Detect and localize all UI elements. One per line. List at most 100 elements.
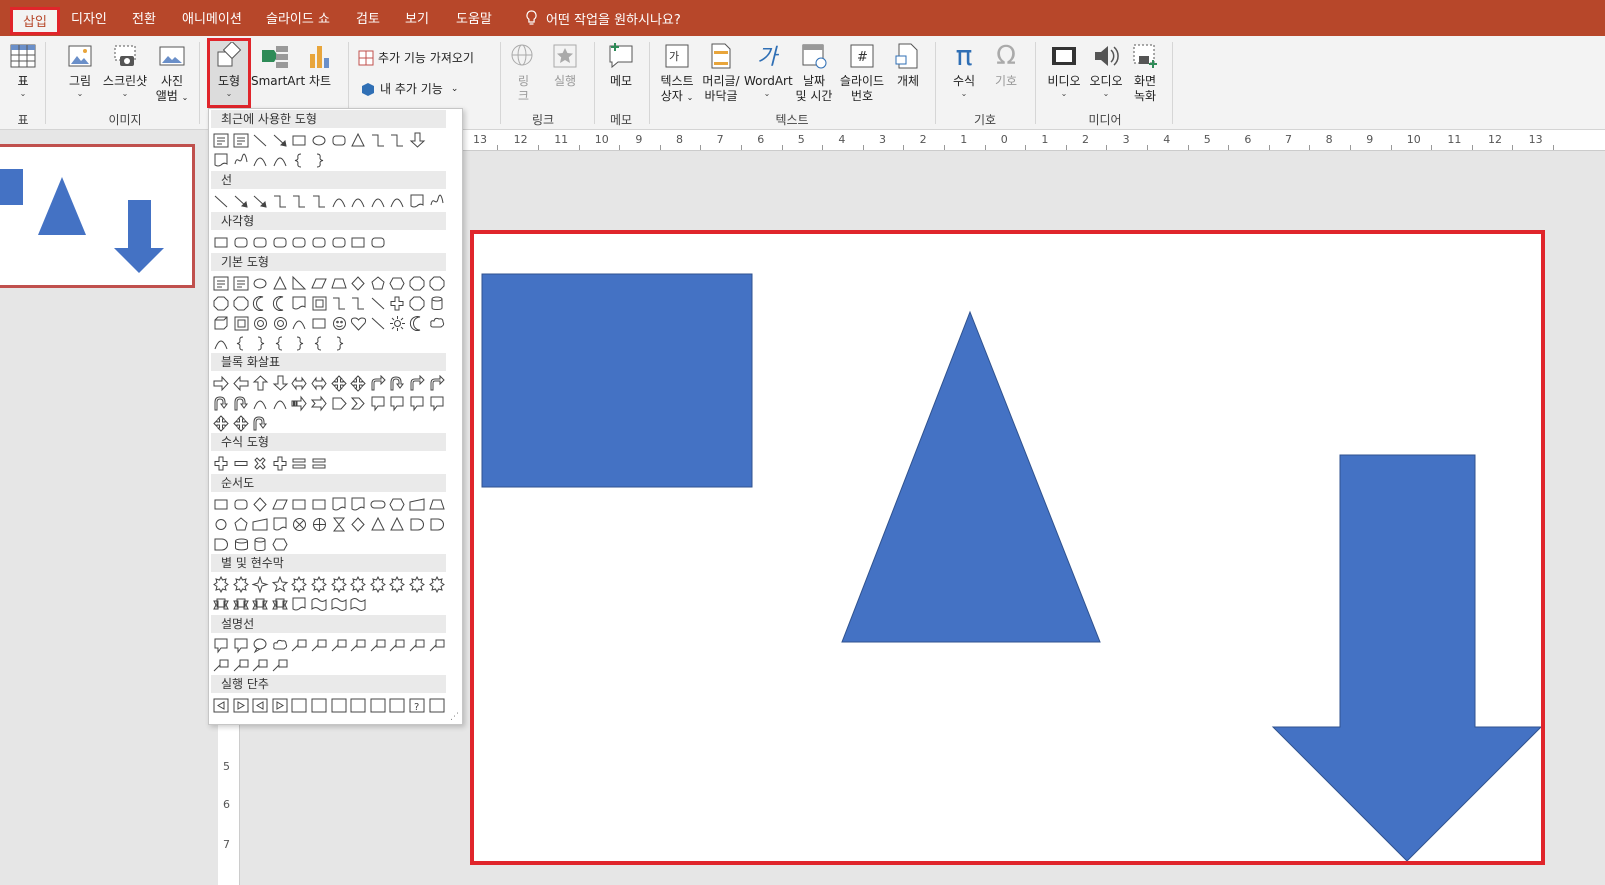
textbox-shape-icon[interactable] [233, 275, 250, 292]
tab-review[interactable]: 검토 [356, 0, 380, 36]
elbow-shape-icon[interactable] [311, 193, 328, 210]
linecall-shape-icon[interactable] [291, 637, 308, 654]
moon-shape-icon[interactable] [409, 315, 426, 332]
disk-shape-icon[interactable] [233, 536, 250, 553]
screen-record-button[interactable]: 화면 녹화 [1127, 36, 1163, 104]
ribbon-shape-icon[interactable] [271, 596, 289, 613]
rect-shape-icon[interactable] [311, 496, 328, 513]
brace-shape-icon[interactable] [311, 335, 328, 352]
arrowline-shape-icon[interactable] [252, 193, 269, 210]
line-shape-icon[interactable] [370, 315, 387, 332]
cube-shape-icon[interactable] [213, 315, 230, 332]
delay-shape-icon[interactable] [429, 516, 446, 533]
cloud-shape-icon[interactable] [272, 637, 289, 654]
quad-shape-icon[interactable] [350, 375, 367, 392]
smartart-button[interactable]: SmartArt [251, 36, 305, 89]
rrect-shape-icon[interactable] [370, 234, 387, 251]
callout2-shape-icon[interactable] [252, 637, 269, 654]
seal-shape-icon[interactable] [291, 576, 308, 593]
seal-shape-icon[interactable] [409, 576, 426, 593]
comment-button[interactable]: 메모 [602, 36, 640, 89]
uarrow-shape-icon[interactable] [252, 375, 269, 392]
curve-shape-icon[interactable] [272, 152, 289, 169]
tab-insert[interactable]: 삽입 [10, 7, 60, 35]
curve-shape-icon[interactable] [331, 193, 348, 210]
linecall-shape-icon[interactable] [272, 657, 289, 674]
textbox-shape-icon[interactable] [213, 275, 230, 292]
cyl-shape-icon[interactable] [429, 295, 446, 312]
rrect-shape-icon[interactable] [311, 234, 328, 251]
uturn-shape-icon[interactable] [213, 395, 230, 412]
quad-shape-icon[interactable] [232, 415, 250, 432]
hex-shape-icon[interactable] [389, 275, 406, 292]
oct-shape-icon[interactable] [213, 295, 230, 312]
oct-shape-icon[interactable] [429, 275, 446, 292]
darrow-shape-icon[interactable] [272, 375, 289, 392]
seal-shape-icon[interactable] [330, 576, 348, 593]
screenshot-button[interactable]: 스크린샷 ⌄ [100, 36, 150, 98]
callout-shape-icon[interactable] [409, 395, 426, 412]
term-shape-icon[interactable] [370, 496, 387, 513]
plus-shape-icon[interactable] [213, 455, 230, 472]
callout-shape-icon[interactable] [213, 637, 230, 654]
linecall-shape-icon[interactable] [233, 657, 250, 674]
sun-shape-icon[interactable] [389, 315, 406, 332]
btnE-shape-icon[interactable] [350, 697, 367, 714]
rect-shape-icon[interactable] [291, 132, 308, 149]
slide-number-button[interactable]: # 슬라이드 번호 [836, 36, 888, 104]
object-button[interactable]: 개체 [890, 36, 926, 89]
textbox-shape-icon[interactable] [213, 132, 230, 149]
doc-shape-icon[interactable] [291, 295, 308, 312]
btnQ-shape-icon[interactable]: ? [409, 697, 426, 714]
link-button[interactable]: 링크 [506, 36, 540, 104]
moon-shape-icon[interactable] [252, 295, 269, 312]
uturn-shape-icon[interactable] [252, 415, 269, 432]
doc-shape-icon[interactable] [409, 193, 426, 210]
lrarrow-shape-icon[interactable] [311, 375, 328, 392]
btnE-shape-icon[interactable] [311, 697, 328, 714]
donut-shape-icon[interactable] [252, 315, 269, 332]
line-shape-icon[interactable] [252, 132, 269, 149]
btnE-shape-icon[interactable] [291, 697, 308, 714]
manual-shape-icon[interactable] [252, 516, 269, 533]
bent-shape-icon[interactable] [429, 375, 446, 392]
star5-shape-icon[interactable] [271, 576, 289, 593]
elbow-shape-icon[interactable] [272, 193, 289, 210]
elbow-shape-icon[interactable] [350, 295, 367, 312]
equal-shape-icon[interactable] [291, 455, 308, 472]
circle-shape-icon[interactable] [213, 516, 230, 533]
symbol-button[interactable]: Ω 기호 [988, 36, 1024, 89]
tri-shape-icon[interactable] [370, 516, 387, 533]
rrect-shape-icon[interactable] [291, 234, 308, 251]
hourglass-shape-icon[interactable] [331, 516, 348, 533]
btnL-shape-icon[interactable] [252, 697, 269, 714]
oval-shape-icon[interactable] [252, 275, 269, 292]
tab-view[interactable]: 보기 [405, 0, 429, 36]
brace2-shape-icon[interactable] [331, 335, 348, 352]
doc-shape-icon[interactable] [350, 496, 367, 513]
elbow-shape-icon[interactable] [291, 193, 308, 210]
frame-shape-icon[interactable] [311, 295, 328, 312]
rtri-shape-icon[interactable] [291, 275, 308, 292]
linecall-shape-icon[interactable] [213, 657, 230, 674]
linecall-shape-icon[interactable] [331, 637, 348, 654]
down-arrow-shape[interactable] [1271, 454, 1543, 862]
curve-shape-icon[interactable] [350, 193, 367, 210]
smile-shape-icon[interactable] [331, 315, 348, 332]
hex-shape-icon[interactable] [272, 536, 289, 553]
uturn-shape-icon[interactable] [389, 375, 406, 392]
linecall-shape-icon[interactable] [252, 657, 269, 674]
tab-help[interactable]: 도움말 [456, 0, 492, 36]
cyl-shape-icon[interactable] [252, 536, 269, 553]
rrect-shape-icon[interactable] [331, 234, 348, 251]
linecall-shape-icon[interactable] [311, 637, 328, 654]
callout-shape-icon[interactable] [370, 395, 387, 412]
chev-shape-icon[interactable] [350, 395, 367, 412]
tab-transitions[interactable]: 전환 [132, 0, 156, 36]
scrib-shape-icon[interactable] [233, 152, 250, 169]
curve-shape-icon[interactable] [389, 193, 406, 210]
linecall-shape-icon[interactable] [409, 637, 426, 654]
larrow-shape-icon[interactable] [232, 375, 250, 392]
wave-shape-icon[interactable] [331, 596, 348, 613]
notch-shape-icon[interactable] [311, 395, 328, 412]
